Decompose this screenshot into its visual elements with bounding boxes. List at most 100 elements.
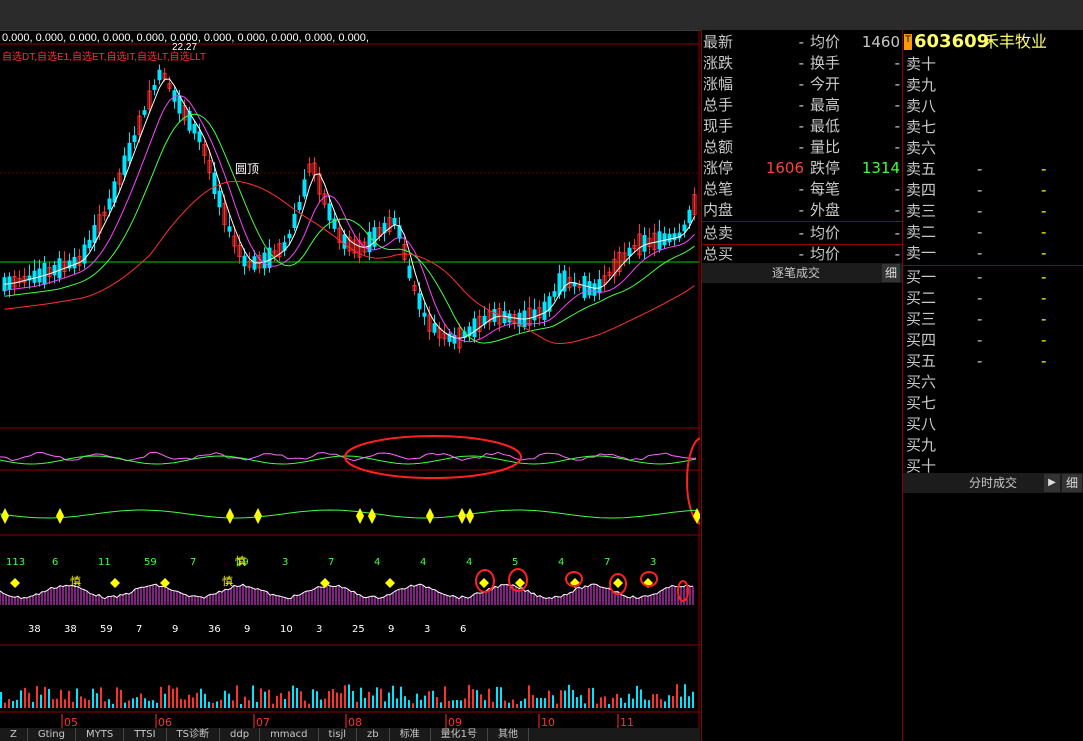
book-row[interactable]: 卖二 - - <box>903 222 1083 243</box>
book-row[interactable]: 买九 <box>903 435 1083 456</box>
signal-star <box>426 508 434 524</box>
book-row[interactable]: 卖三 - - <box>903 201 1083 222</box>
candle-body <box>552 291 557 297</box>
indicator-tab[interactable]: MYTS <box>76 728 125 741</box>
volume-bar <box>660 699 662 708</box>
volume-bar <box>344 685 346 708</box>
book-row[interactable]: 买三 - - <box>903 309 1083 330</box>
candle-body <box>687 209 692 223</box>
book-row[interactable]: 买四 - - <box>903 330 1083 351</box>
signal-star <box>466 508 474 524</box>
book-row[interactable]: 买十 <box>903 456 1083 477</box>
tick-trade-tab[interactable]: 逐笔成交 细 <box>702 263 902 283</box>
book-level: 买八 <box>906 415 937 433</box>
volume-bar <box>480 694 482 708</box>
candle-body <box>92 225 97 243</box>
book-row[interactable]: 卖一 - - <box>903 243 1083 264</box>
candle-body <box>287 233 292 239</box>
book-level: 卖三 <box>906 202 937 220</box>
volume-bar <box>536 697 538 708</box>
candle-body <box>87 239 92 249</box>
candle-body <box>417 293 422 310</box>
stock-name[interactable]: 禾丰牧业 <box>983 30 1047 54</box>
indicator-tab[interactable]: ddp <box>220 728 261 741</box>
book-level: 卖六 <box>906 139 937 157</box>
indicator-tab[interactable]: tisjl <box>319 728 357 741</box>
quote-value: - <box>894 138 900 156</box>
volume-bar <box>680 696 682 708</box>
book-row[interactable]: 卖十 <box>903 54 1083 75</box>
volume-bar <box>160 686 162 708</box>
book-row[interactable]: 买五 - - <box>903 351 1083 372</box>
quote-value: - <box>894 54 900 72</box>
indicator2-marks <box>1 508 700 524</box>
volume-bar <box>292 685 294 708</box>
book-row[interactable]: 买一 - - <box>903 267 1083 288</box>
candle-body <box>327 203 332 221</box>
volume-bar <box>520 701 522 708</box>
signal-diamond <box>479 578 489 588</box>
volume-bar <box>152 700 154 708</box>
order-book-panel: T 603609 禾丰牧业 分时成交 ▶ 细 卖十 卖九 卖八 卖七 卖六 卖五 - - 卖四 -… <box>902 30 1083 741</box>
candle-body <box>557 273 562 295</box>
volume-bar <box>636 685 638 708</box>
ma20-line <box>4 113 695 344</box>
book-row[interactable]: 卖八 <box>903 96 1083 117</box>
volume-bar <box>668 695 670 708</box>
chart-svg: 0.000, 0.000, 0.000, 0.000, 0.000, 0.000… <box>0 30 700 728</box>
macd-bottom-number: 10 <box>280 624 293 635</box>
book-row[interactable]: 卖四 - - <box>903 180 1083 201</box>
indicator-tab[interactable]: 其他 <box>488 728 529 741</box>
volume-bar <box>460 700 462 708</box>
book-row[interactable]: 买七 <box>903 393 1083 414</box>
volume-bar <box>100 687 102 708</box>
quote-panel: 逐笔成交 细 最新 - 均价 1460 涨跌 - 换手 - 涨幅 - 今开 - 总手 - 最高 - 现手 - 最低 -… <box>701 30 902 741</box>
volume-bar <box>264 691 266 708</box>
quote-value: 1460 <box>861 33 900 51</box>
indicator-tab[interactable]: TS诊断 <box>167 728 221 741</box>
indicator-tab[interactable]: 标准 <box>390 728 431 741</box>
book-row[interactable]: 卖九 <box>903 75 1083 96</box>
indicator-tab[interactable]: zb <box>357 728 390 741</box>
kline-chart[interactable]: 0.000, 0.000, 0.000, 0.000, 0.000, 0.000… <box>0 30 700 728</box>
indicator-tab[interactable]: Gting <box>28 728 76 741</box>
candle-body <box>392 217 397 225</box>
book-row[interactable]: 卖六 <box>903 138 1083 159</box>
quote-key: 外盘 <box>810 201 841 219</box>
detail-button[interactable]: 细 <box>882 264 900 282</box>
book-row[interactable]: 卖五 - - <box>903 159 1083 180</box>
book-row[interactable]: 买八 <box>903 414 1083 435</box>
quote-key: 跌停 <box>810 159 841 177</box>
volume-bar <box>276 695 278 708</box>
quote-key: 涨跌 <box>703 54 734 72</box>
volume-bar <box>144 698 146 708</box>
volume-bar <box>508 702 510 708</box>
volume-bar <box>360 687 362 708</box>
candle-body <box>72 256 77 269</box>
indicator-tab[interactable]: 量化1号 <box>431 728 488 741</box>
volume-bar <box>280 693 282 708</box>
month-label: 10 <box>541 716 555 728</box>
volume-bar <box>176 687 178 708</box>
volume-bar <box>404 696 406 708</box>
book-price: - <box>977 352 983 370</box>
book-row[interactable]: 买六 <box>903 372 1083 393</box>
quote-key: 最新 <box>703 33 734 51</box>
volume-bar <box>548 690 550 708</box>
indicator-tab[interactable]: Z <box>0 728 28 741</box>
indicator-tab[interactable]: TTSI <box>124 728 167 741</box>
book-price: - <box>977 202 983 220</box>
volume-bar <box>56 698 58 708</box>
indicator-tab[interactable]: mmacd <box>260 728 319 741</box>
candle-body <box>582 276 587 298</box>
book-row[interactable]: 卖七 <box>903 117 1083 138</box>
book-level: 卖二 <box>906 223 937 241</box>
stock-code[interactable]: 603609 <box>914 30 989 54</box>
volume-bar <box>180 699 182 708</box>
candle-body <box>682 224 687 232</box>
volume-bar <box>436 697 438 708</box>
volume-bar <box>424 695 426 708</box>
volume-bar <box>604 696 606 708</box>
indicator-tab-bar: Z Gting MYTS TTSI TS诊断 ddp mmacd tisjl zb 标准 量化1号其… <box>0 728 700 741</box>
book-row[interactable]: 买二 - - <box>903 288 1083 309</box>
